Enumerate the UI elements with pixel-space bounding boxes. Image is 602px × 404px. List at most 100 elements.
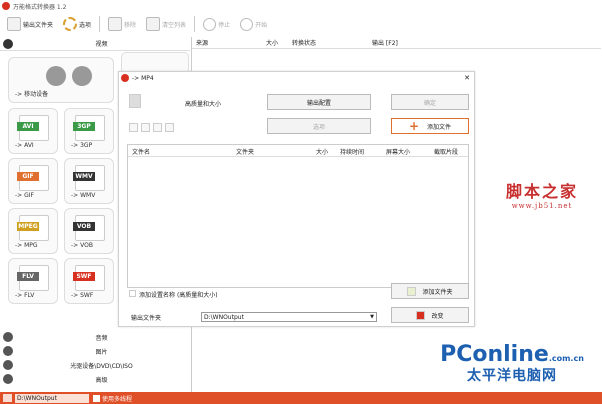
col-size[interactable]: 大小 (262, 38, 288, 47)
add-folder-label: 添加文件夹 (422, 288, 453, 296)
tile-mpg-label: -> MPG (15, 242, 38, 249)
title-bar: 万能格式转换器 1.2 (0, 0, 602, 12)
tile-wmv-label: -> WMV (71, 192, 96, 199)
dialog-logo-icon (121, 74, 129, 82)
toolbar-divider (194, 16, 196, 32)
toolbar-icon-1[interactable] (129, 123, 138, 132)
output-folder-select[interactable]: D:\WNOutput ▼ (201, 312, 377, 322)
col-clip[interactable]: 截取片段 (434, 147, 458, 156)
toolbar: 输出文件夹 选项 移除 清空列表 停止 开始 (0, 13, 602, 35)
category-disc-label: 光驱设备\DVD\CD\ISO (70, 362, 133, 370)
tile-gif-label: -> GIF (15, 192, 34, 199)
remove-label: 移除 (124, 21, 137, 29)
change-button[interactable]: 改变 (391, 307, 469, 323)
pconline-brand: PConline (440, 342, 549, 367)
add-folder-icon (407, 286, 417, 296)
stop-button[interactable]: 停止 (199, 15, 234, 33)
app-window: 万能格式转换器 1.2 输出文件夹 选项 移除 清空列表 停止 开始 视频 ->… (0, 0, 602, 404)
plus-icon: + (408, 119, 420, 133)
col-filename[interactable]: 文件名 (132, 147, 150, 156)
output-folder-button[interactable]: 输出文件夹 (3, 15, 57, 33)
col-duration[interactable]: 持续时间 (340, 147, 364, 156)
tile-3gp[interactable]: 3GP -> 3GP (64, 108, 114, 154)
gear-icon (63, 17, 78, 31)
mpeg-file-icon: MPEG (17, 215, 49, 241)
stop-label: 停止 (218, 21, 231, 29)
app-logo-icon (2, 2, 10, 10)
category-video[interactable]: 视频 (0, 37, 190, 51)
category-video-label: 视频 (95, 41, 108, 48)
category-image[interactable]: 图片 (0, 344, 190, 358)
flv-badge: FLV (17, 272, 39, 281)
category-advanced-label: 高级 (95, 376, 108, 384)
swf-badge: SWF (73, 272, 95, 281)
swf-file-icon: SWF (73, 265, 105, 291)
tile-vob-label: -> VOB (71, 242, 93, 249)
category-disc[interactable]: 光驱设备\DVD\CD\ISO (0, 358, 190, 372)
col-folder[interactable]: 文件夹 (236, 147, 254, 156)
category-advanced[interactable]: 高级 (0, 372, 190, 386)
chevron-down-icon: ▼ (370, 314, 374, 320)
close-icon[interactable]: ✕ (464, 74, 470, 82)
3gp-badge: 3GP (73, 122, 95, 131)
pconline-cn: 太平洋电脑网 (467, 368, 557, 384)
add-folder-button[interactable]: 添加文件夹 (391, 283, 469, 299)
multithread-checkbox[interactable] (93, 394, 100, 402)
format-sidebar: -> 移动设备 AVI -> AVI 3GP -> 3GP GIF -> GIF… (0, 52, 120, 327)
change-icon (416, 310, 426, 320)
toolbar-icon-3[interactable] (153, 123, 162, 132)
dialog-title: -> MP4 (132, 74, 154, 82)
col-output[interactable]: 输出 [F2] (368, 38, 428, 47)
output-config-button[interactable]: 输出配置 (267, 94, 371, 110)
avi-badge: AVI (17, 122, 39, 131)
start-label: 开始 (255, 21, 268, 29)
tile-swf[interactable]: SWF -> SWF (64, 258, 114, 304)
category-image-label: 图片 (95, 348, 108, 356)
tile-flv-label: -> FLV (15, 292, 35, 299)
col-source[interactable]: 来源 (192, 38, 262, 47)
add-file-label: 添加文件 (427, 123, 452, 131)
add-setting-checkbox[interactable] (129, 290, 136, 297)
jb51-watermark: 脚本之家 www.jb51.net (492, 178, 592, 218)
add-file-button[interactable]: + 添加文件 (391, 118, 469, 134)
tile-avi[interactable]: AVI -> AVI (8, 108, 58, 154)
toolbar-icon-2[interactable] (141, 123, 150, 132)
tile-mobile[interactable]: -> 移动设备 (8, 57, 114, 103)
tile-vob[interactable]: VOB -> VOB (64, 208, 114, 254)
multithread-label: 使用多线程 (102, 395, 133, 403)
dialog-file-table: 文件名 文件夹 大小 持续时间 屏幕大小 截取片段 (127, 144, 469, 288)
mobile-device-icon (43, 66, 95, 90)
folder-icon (3, 394, 12, 402)
col-dialog-size[interactable]: 大小 (316, 147, 328, 156)
remove-button[interactable]: 移除 (104, 15, 140, 33)
col-screen-size[interactable]: 屏幕大小 (386, 147, 410, 156)
output-folder-value: D:\WNOutput (204, 313, 244, 321)
wmv-badge: WMV (73, 172, 95, 181)
toolbar-icon-4[interactable] (165, 123, 174, 132)
tile-3gp-label: -> 3GP (71, 142, 93, 149)
pconline-watermark: PConline.com.cn 太平洋电脑网 (427, 342, 597, 388)
category-audio[interactable]: 音频 (0, 330, 190, 344)
tile-gif[interactable]: GIF -> GIF (8, 158, 58, 204)
tile-flv[interactable]: FLV -> FLV (8, 258, 58, 304)
clear-list-button[interactable]: 清空列表 (142, 15, 190, 33)
tile-swf-label: -> SWF (71, 292, 94, 299)
quality-icon[interactable] (129, 94, 141, 108)
gif-file-icon: GIF (17, 165, 49, 191)
dialog-table-header: 文件名 文件夹 大小 持续时间 屏幕大小 截取片段 (128, 145, 468, 157)
dialog-options-button[interactable]: 选项 (267, 118, 371, 134)
category-audio-label: 音频 (95, 334, 108, 342)
tile-wmv[interactable]: WMV -> WMV (64, 158, 114, 204)
start-button[interactable]: 开始 (236, 15, 271, 33)
jb51-title: 脚本之家 (505, 182, 578, 201)
advanced-icon (3, 374, 13, 384)
profile-dialog: -> MP4 ✕ 高质量和大小 输出配置 确定 选项 + 添加文件 文件名 文件夹… (118, 71, 475, 327)
avi-file-icon: AVI (17, 115, 49, 141)
tile-mpg[interactable]: MPEG -> MPG (8, 208, 58, 254)
tile-mobile-label: -> 移动设备 (15, 91, 49, 98)
col-status[interactable]: 转换状态 (288, 38, 368, 47)
flv-file-icon: FLV (17, 265, 49, 291)
ok-button[interactable]: 确定 (391, 94, 469, 110)
options-button[interactable]: 选项 (59, 15, 95, 33)
status-output-path[interactable]: D:\WNOutput (15, 393, 89, 403)
